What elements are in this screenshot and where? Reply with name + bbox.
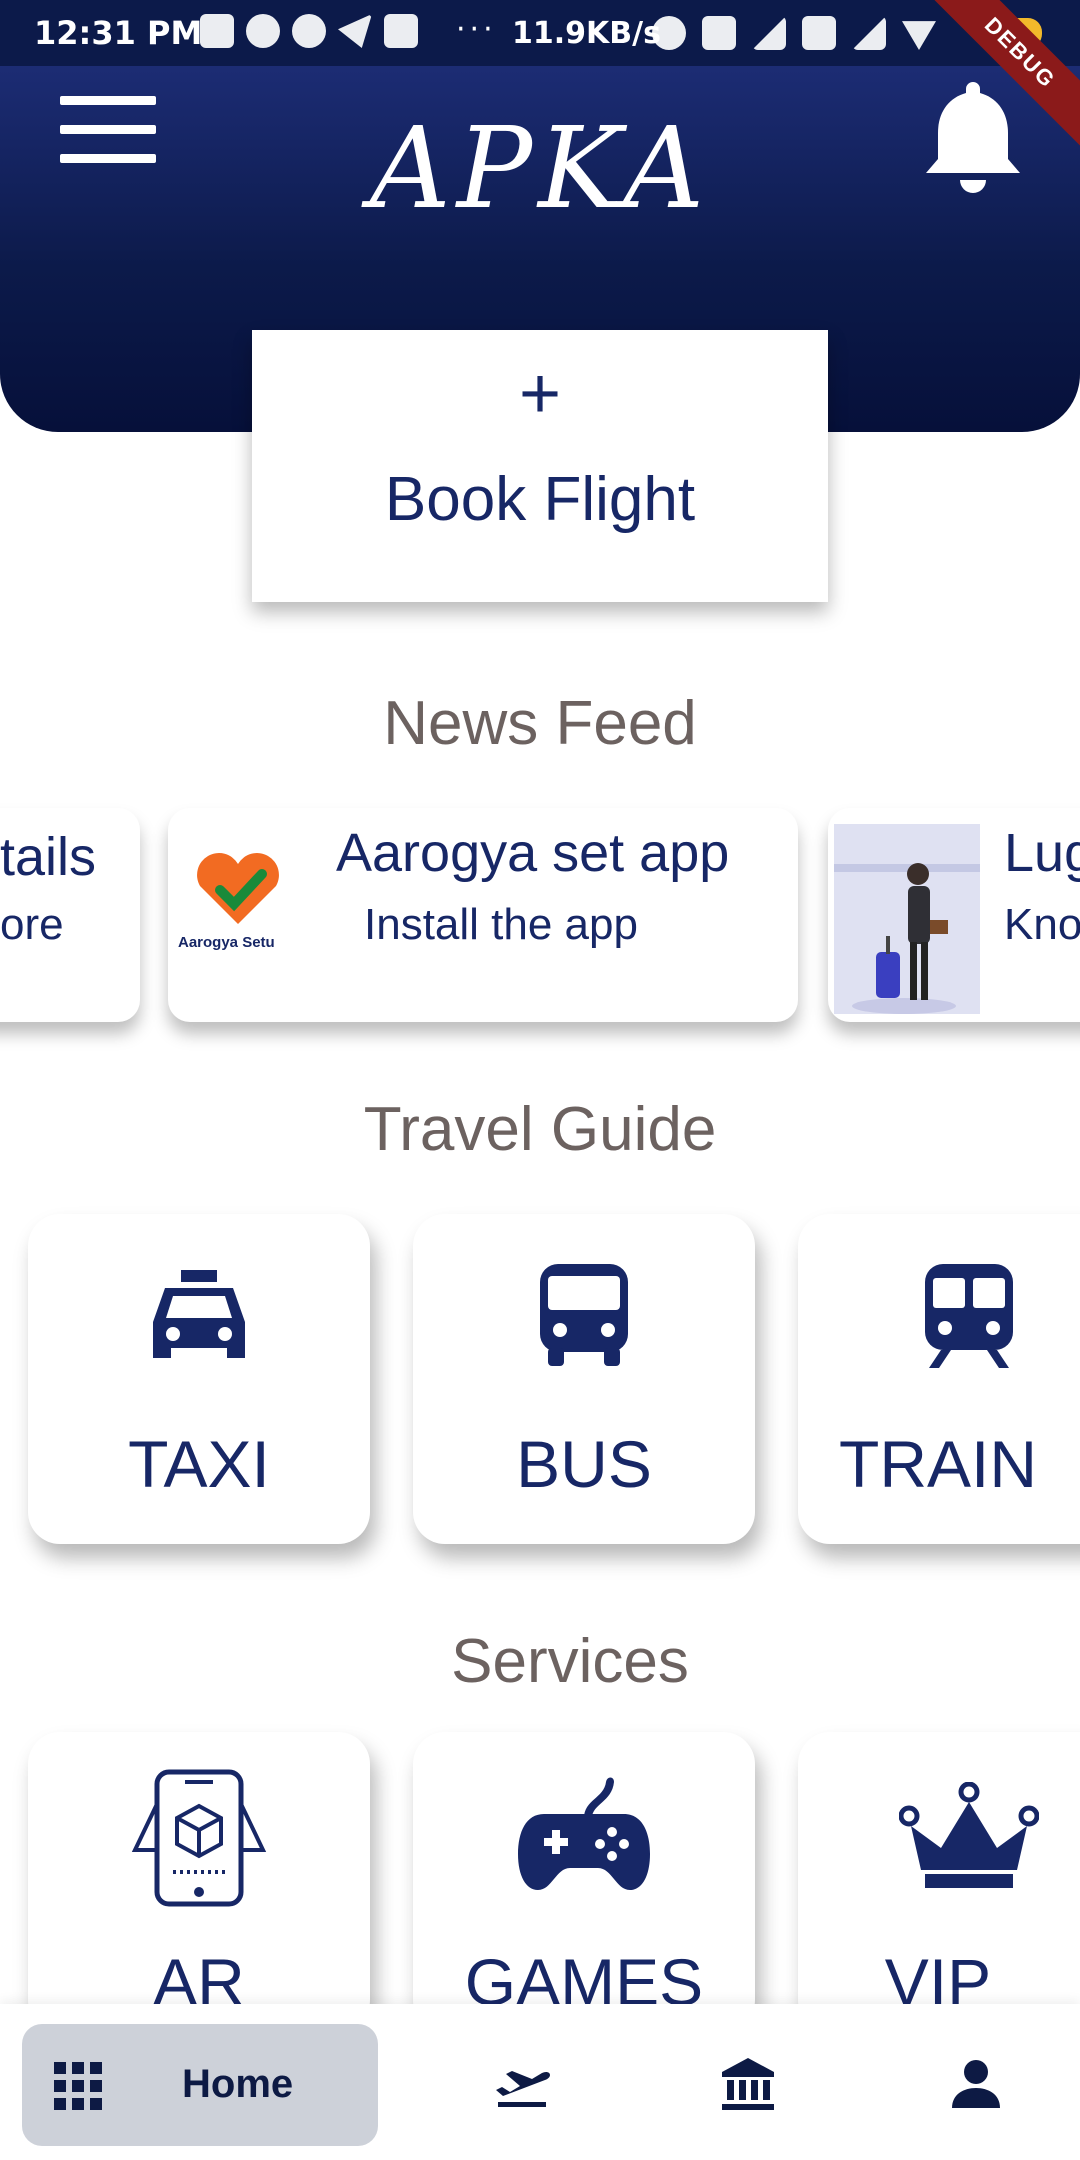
gamepad-icon	[518, 1777, 650, 1890]
crown-icon	[899, 1782, 1039, 1888]
news-card-subtitle: ore	[0, 900, 64, 949]
news-card-subtitle: Kno	[1004, 900, 1080, 949]
network-speed: 11.9KB/s	[512, 16, 661, 51]
bus-icon	[540, 1264, 628, 1366]
signal-4g-icon	[752, 16, 786, 50]
notifications-button[interactable]	[918, 76, 1028, 196]
travel-item-label: TRAIN	[839, 1427, 1037, 1501]
news-card-title: Aarogya set app	[336, 823, 730, 883]
chat-icon	[246, 14, 280, 48]
telegram-icon	[338, 14, 372, 48]
bottom-navigation: Home	[0, 2004, 1080, 2160]
apps-grid-icon	[54, 2062, 102, 2110]
services-title: Services	[451, 1627, 689, 1696]
nav-home[interactable]: Home	[22, 2024, 378, 2146]
taxi-icon	[153, 1270, 245, 1358]
volte-icon	[702, 16, 736, 50]
instagram-icon	[384, 14, 418, 48]
aarogya-logo-text: Aarogya Setu	[178, 934, 275, 951]
heart-check-icon	[197, 853, 279, 924]
nav-flights[interactable]	[492, 2054, 552, 2114]
notification-icons	[200, 14, 418, 48]
alarm-icon	[652, 16, 686, 50]
service-item-ar[interactable]: AR	[28, 1732, 370, 2032]
upload-icon	[200, 14, 234, 48]
system-icons	[652, 16, 936, 50]
travel-guide-title: Travel Guide	[363, 1095, 717, 1164]
nav-profile[interactable]	[946, 2054, 1006, 2114]
aarogya-setu-logo: Aarogya Setu	[168, 828, 308, 988]
service-item-vip[interactable]: VIP	[798, 1732, 1080, 2032]
book-flight-button[interactable]: + Book Flight	[252, 330, 828, 602]
bank-icon	[722, 2058, 774, 2110]
status-bar: 12:31 PM ··· 11.9KB/s 90	[0, 0, 1080, 66]
ar-phone-icon	[131, 1769, 267, 1907]
news-card-aarogya[interactable]: Aarogya Setu Aarogya set app Install the…	[168, 808, 798, 1022]
wifi-icon	[902, 21, 936, 50]
travel-item-bus[interactable]: BUS	[413, 1214, 755, 1544]
facebook-icon	[292, 14, 326, 48]
more-notifications-icon: ···	[456, 12, 497, 47]
volte-icon-2	[802, 16, 836, 50]
book-flight-label: Book Flight	[384, 465, 696, 534]
travel-item-label: BUS	[516, 1427, 652, 1501]
nav-bank[interactable]	[718, 2054, 778, 2114]
nav-home-label: Home	[182, 2062, 294, 2106]
traveler-illustration	[834, 824, 980, 1014]
news-card-subtitle: Install the app	[364, 900, 638, 949]
news-card-luggage[interactable]: Lug Kno	[828, 808, 1080, 1022]
travel-item-label: TAXI	[128, 1427, 270, 1501]
travel-item-taxi[interactable]: TAXI	[28, 1214, 370, 1544]
bell-icon	[926, 82, 1020, 193]
person-icon	[952, 2060, 1000, 2108]
signal-icon	[852, 16, 886, 50]
news-feed-title: News Feed	[383, 689, 697, 758]
news-card-previous[interactable]: tails ore	[0, 808, 140, 1022]
plus-icon: +	[518, 354, 562, 434]
travel-item-train[interactable]: TRAIN	[798, 1214, 1080, 1544]
service-item-games[interactable]: GAMES	[413, 1732, 755, 2032]
news-card-title: tails	[0, 827, 97, 887]
flight-takeoff-icon	[496, 2071, 550, 2107]
train-icon	[925, 1264, 1013, 1368]
status-time: 12:31 PM	[34, 14, 203, 52]
news-card-title: Lug	[1004, 823, 1080, 883]
